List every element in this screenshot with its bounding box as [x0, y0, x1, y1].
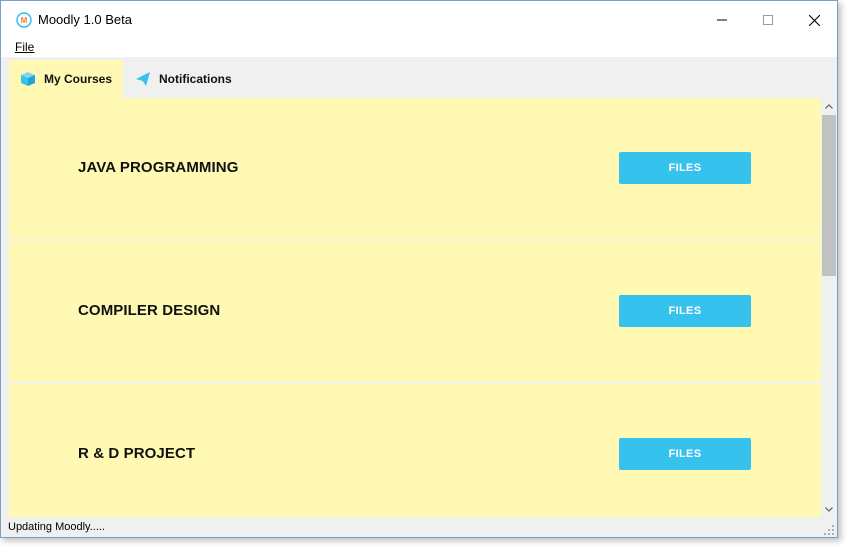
status-text: Updating Moodly..... — [8, 521, 106, 533]
tab-notifications[interactable]: Notifications — [125, 60, 245, 98]
menu-file-label: File — [15, 40, 35, 54]
status-bar: Updating Moodly..... — [1, 517, 837, 537]
scroll-down-button[interactable] — [821, 501, 837, 517]
scroll-thumb[interactable] — [822, 115, 836, 276]
tab-notifications-label: Notifications — [159, 72, 232, 86]
course-list: JAVA PROGRAMMING FILES COMPILER DESIGN F… — [9, 98, 821, 517]
chevron-down-icon — [825, 506, 833, 512]
moodle-logo-icon: M — [16, 12, 32, 28]
files-button[interactable]: FILES — [619, 152, 751, 184]
svg-text:M: M — [21, 16, 28, 25]
course-card: COMPILER DESIGN FILES — [9, 241, 821, 382]
scroll-up-button[interactable] — [821, 98, 837, 114]
course-name: JAVA PROGRAMMING — [78, 159, 239, 176]
close-button[interactable] — [791, 1, 837, 39]
maximize-icon — [763, 15, 773, 25]
course-card: JAVA PROGRAMMING FILES — [9, 98, 821, 239]
vertical-scrollbar[interactable] — [821, 98, 837, 517]
menu-bar: File — [1, 39, 837, 57]
app-window: M Moodly 1.0 Beta File My Courses Notifi… — [0, 0, 838, 538]
minimize-button[interactable] — [699, 1, 745, 39]
minimize-icon — [717, 19, 727, 21]
maximize-button[interactable] — [745, 1, 791, 39]
tab-my-courses[interactable]: My Courses — [9, 60, 123, 98]
window-title: Moodly 1.0 Beta — [38, 12, 132, 27]
paper-plane-icon — [136, 72, 150, 86]
close-icon — [808, 14, 820, 26]
menu-file[interactable]: File — [15, 40, 34, 54]
course-name: COMPILER DESIGN — [78, 302, 221, 319]
files-button[interactable]: FILES — [619, 295, 751, 327]
course-card: R & D PROJECT FILES — [9, 384, 821, 517]
chevron-up-icon — [825, 103, 833, 109]
files-button[interactable]: FILES — [619, 438, 751, 470]
cube-icon — [21, 72, 35, 86]
resize-grip-icon[interactable] — [824, 525, 834, 535]
course-name: R & D PROJECT — [78, 445, 196, 462]
tab-my-courses-label: My Courses — [44, 72, 113, 86]
tab-bar: My Courses Notifications — [1, 57, 837, 98]
title-bar[interactable]: M Moodly 1.0 Beta — [1, 1, 837, 39]
